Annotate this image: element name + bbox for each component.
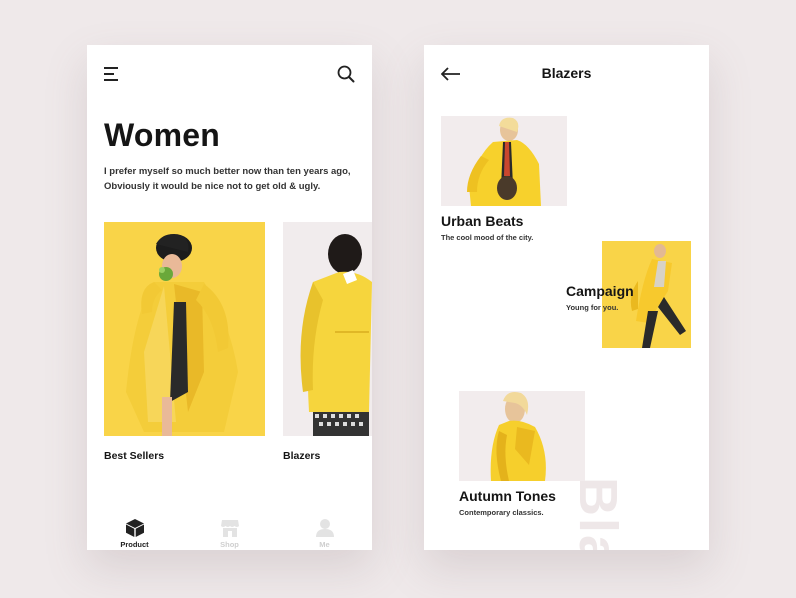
header-title: Blazers (541, 65, 592, 81)
blazers-image (283, 222, 372, 436)
nav-label-product: Product (120, 540, 149, 549)
feature-campaign[interactable]: Campaign Young for you. (566, 283, 634, 312)
nav-label-me: Me (319, 540, 330, 549)
user-icon (315, 518, 335, 538)
nav-me[interactable]: Me (295, 500, 355, 550)
intro-text: I prefer myself so much better now than … (104, 166, 351, 192)
feature-subtitle-campaign: Young for you. (566, 303, 619, 312)
nav-product[interactable]: Product (105, 500, 165, 550)
best-sellers-image (104, 222, 265, 436)
nav-shop[interactable]: Shop (200, 500, 260, 550)
feature-title-urban-beats: Urban Beats (441, 213, 524, 229)
women-screen: Women I prefer myself so much better now… (87, 45, 372, 550)
feature-subtitle-autumn-tones: Contemporary classics. (459, 508, 544, 517)
blazers-screen: Blazers Bla Urban Beats The cool mood of… (424, 45, 709, 550)
card-blazers[interactable]: Blazers (283, 222, 372, 462)
card-label-blazers: Blazers (283, 450, 321, 462)
feature-autumn-tones[interactable]: Autumn Tones Contemporary classics. (459, 488, 556, 517)
feature-title-campaign: Campaign (566, 283, 634, 299)
bottom-nav: Product Shop Me (87, 500, 372, 550)
card-best-sellers[interactable]: Best Sellers (104, 222, 265, 462)
page-title: Women (104, 117, 220, 153)
autumn-tones-image[interactable] (459, 391, 585, 481)
feature-title-autumn-tones: Autumn Tones (459, 488, 556, 504)
background-word: Bla (568, 477, 628, 550)
search-icon[interactable] (337, 65, 355, 83)
box-icon (125, 518, 145, 538)
feature-urban-beats[interactable]: Urban Beats The cool mood of the city. (441, 213, 533, 242)
nav-label-shop: Shop (220, 540, 239, 549)
urban-beats-image[interactable] (441, 116, 567, 206)
feature-subtitle-urban-beats: The cool mood of the city. (441, 233, 534, 242)
card-label-best-sellers: Best Sellers (104, 450, 165, 462)
menu-icon[interactable] (104, 67, 120, 81)
store-icon (220, 518, 240, 538)
